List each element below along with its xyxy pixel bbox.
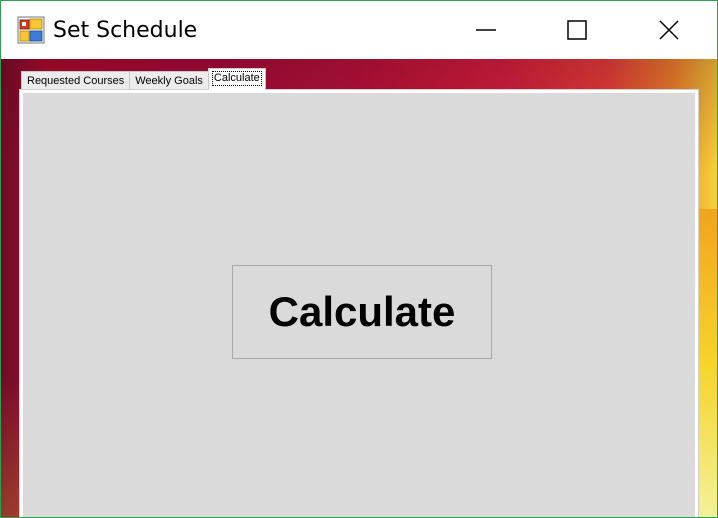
tab-label: Calculate: [211, 71, 262, 86]
close-button[interactable]: [623, 1, 715, 59]
tab-weekly-goals[interactable]: Weekly Goals: [129, 71, 209, 90]
calculate-tab-page: Calculate: [23, 93, 695, 517]
tab-requested-courses[interactable]: Requested Courses: [21, 71, 131, 90]
app-window: Set Schedule Requested Courses Weekly Go…: [0, 0, 718, 518]
window-client-area: Requested Courses Weekly Goals Calculate…: [1, 59, 717, 517]
close-icon: [659, 20, 679, 40]
tab-strip: Requested Courses Weekly Goals Calculate: [21, 68, 266, 90]
tab-page-frame: Calculate: [19, 89, 699, 517]
minimize-button[interactable]: [440, 1, 532, 59]
title-bar[interactable]: Set Schedule: [1, 1, 717, 59]
window-title: Set Schedule: [53, 18, 198, 43]
tab-calculate[interactable]: Calculate: [207, 68, 266, 90]
form-app-icon[interactable]: [17, 16, 45, 44]
maximize-button[interactable]: [531, 1, 623, 59]
minimize-icon: [476, 29, 496, 31]
tab-label: Requested Courses: [27, 75, 125, 87]
maximize-icon: [567, 20, 587, 40]
tab-label: Weekly Goals: [135, 75, 203, 87]
calculate-button[interactable]: Calculate: [232, 265, 492, 359]
